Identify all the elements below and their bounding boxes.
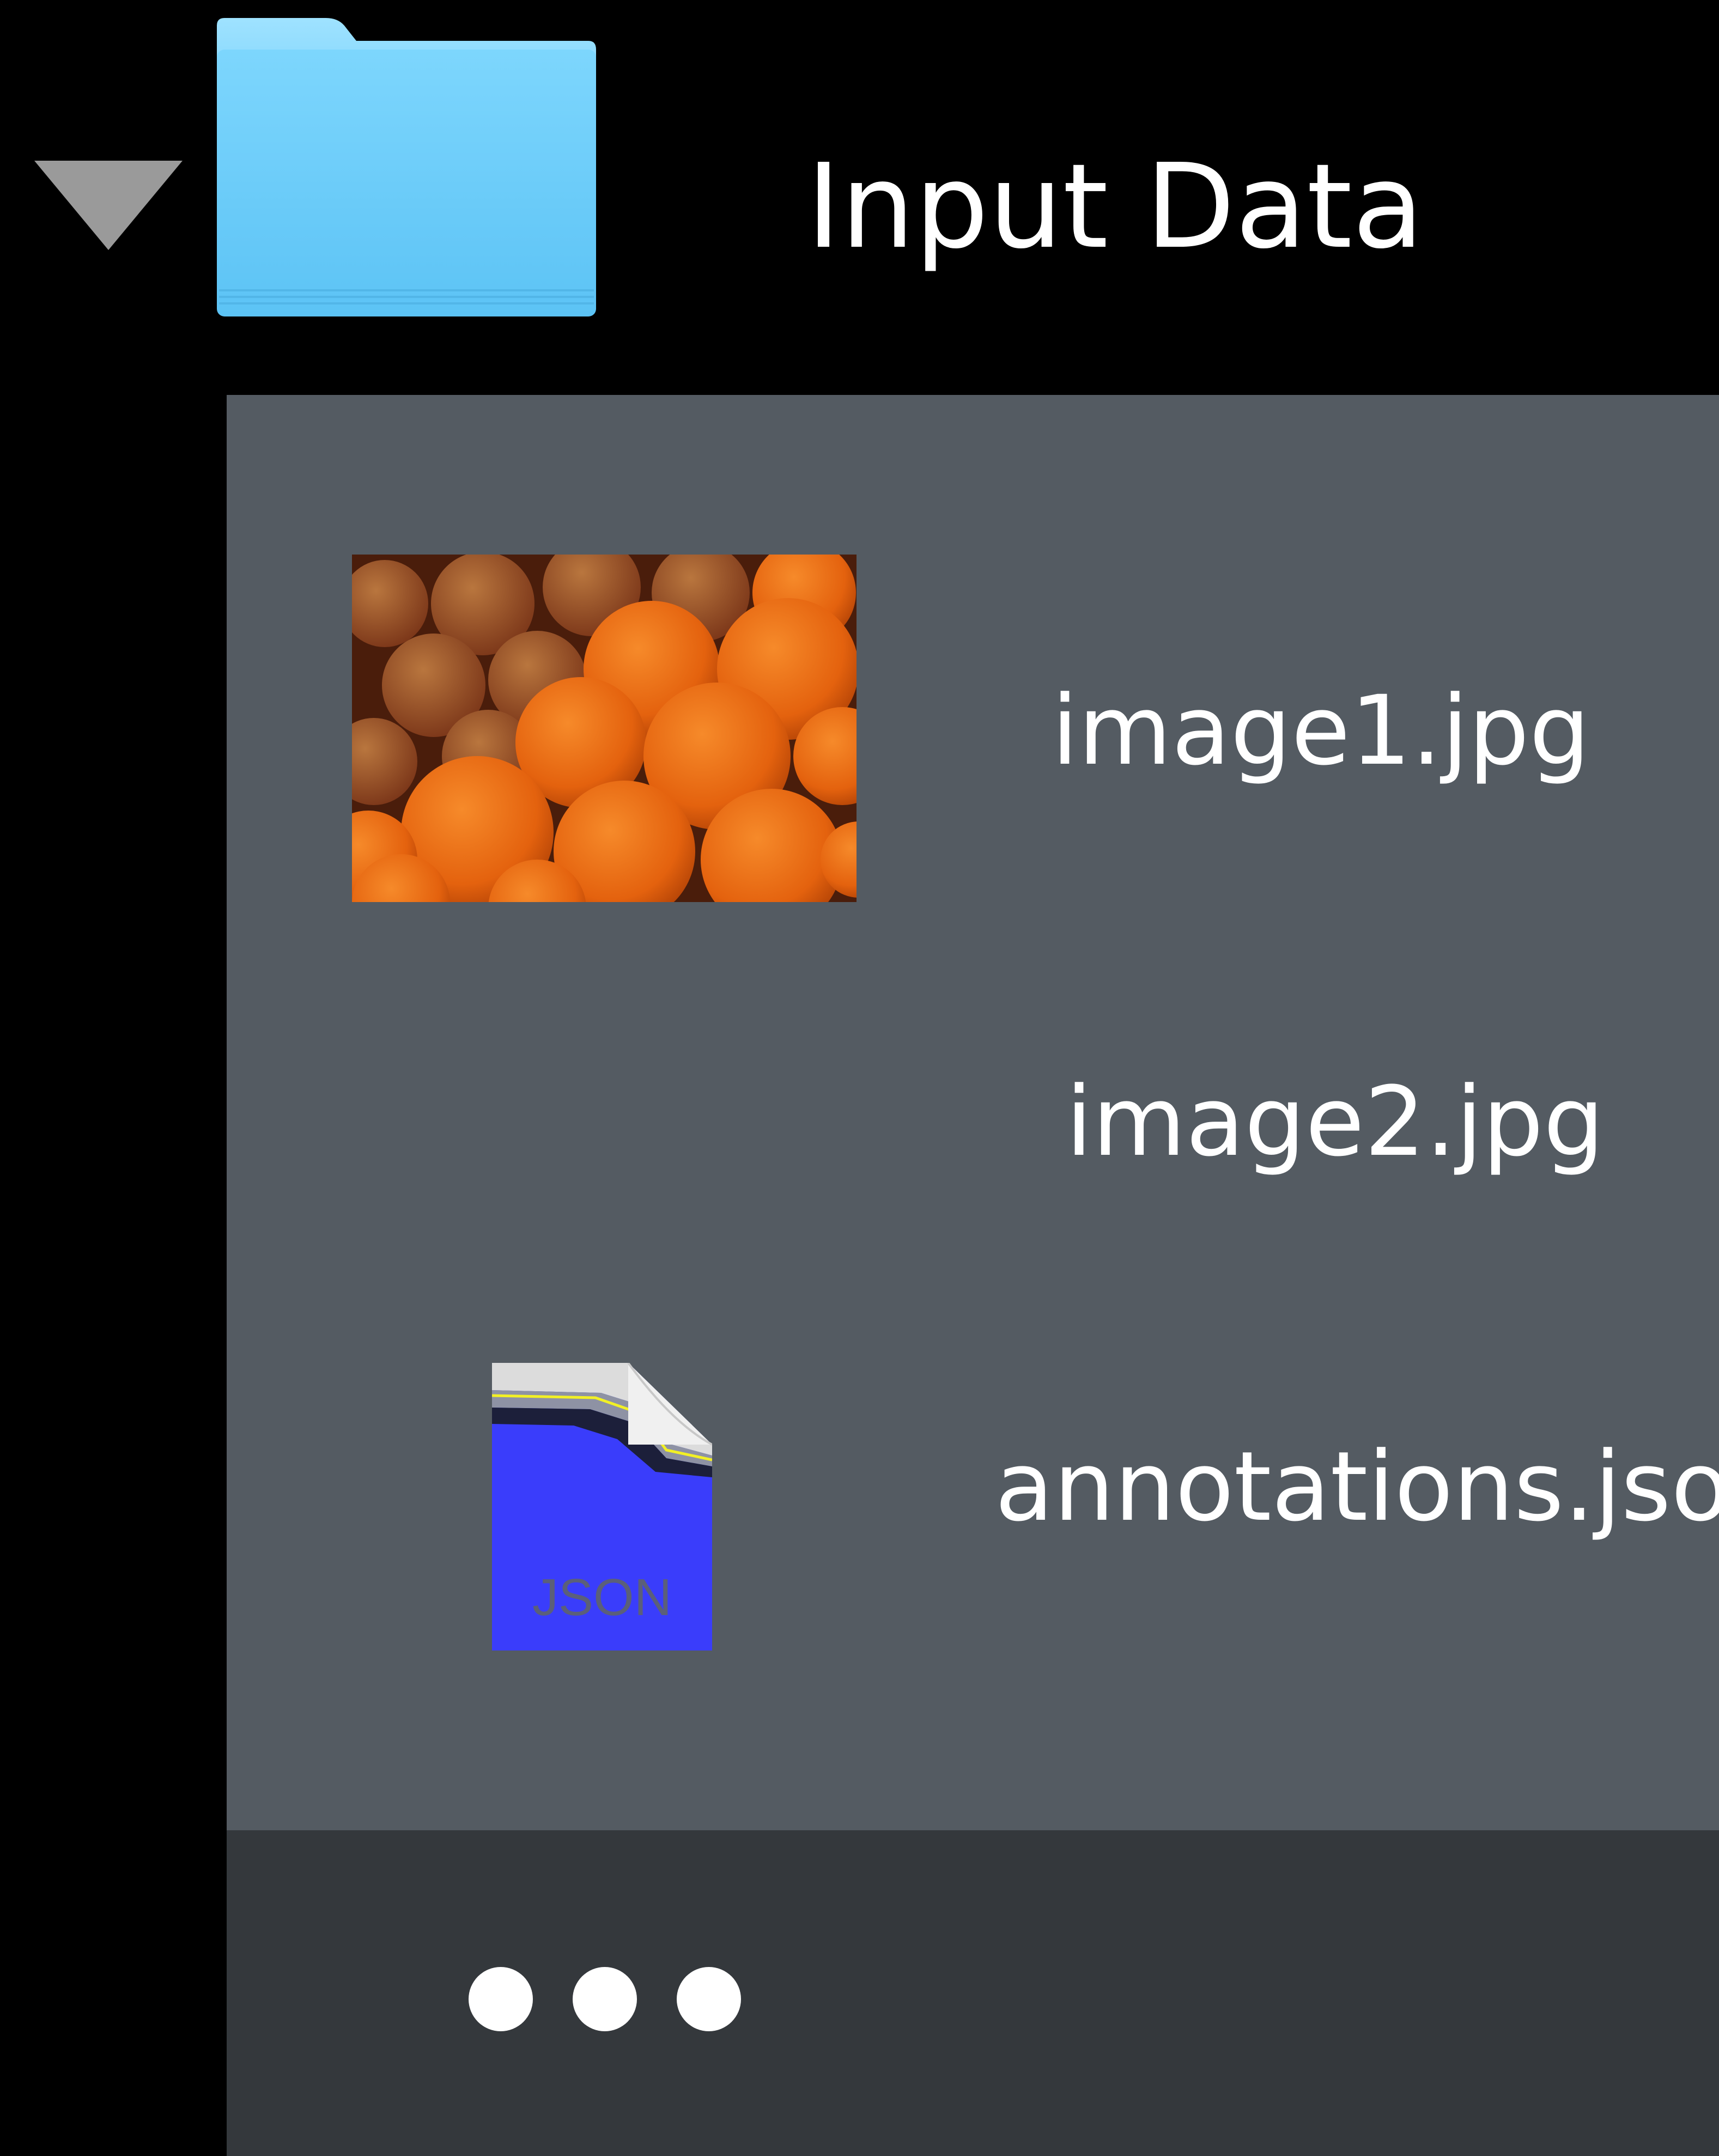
folder-footer [227,1830,1719,2156]
image1-thumbnail[interactable] [352,555,857,902]
ellipsis-icon[interactable] [469,1964,741,2035]
file-name[interactable]: image2.jpg [1066,1062,1604,1182]
json-icon-label: JSON [532,1568,672,1627]
ellipsis-dot [677,1967,741,2031]
file-browser: Input Data image1.jpg image2.jpg JSON an… [0,0,1719,2156]
ellipsis-dot [573,1967,637,2031]
ellipsis-dot [469,1967,533,2031]
folder-name[interactable]: Input Data [806,139,1424,275]
file-name[interactable]: image1.jpg [1052,671,1590,791]
disclosure-triangle-down-icon[interactable] [34,161,183,250]
file-name[interactable]: annotations.json [995,1427,1719,1547]
folder-icon[interactable] [217,18,596,316]
